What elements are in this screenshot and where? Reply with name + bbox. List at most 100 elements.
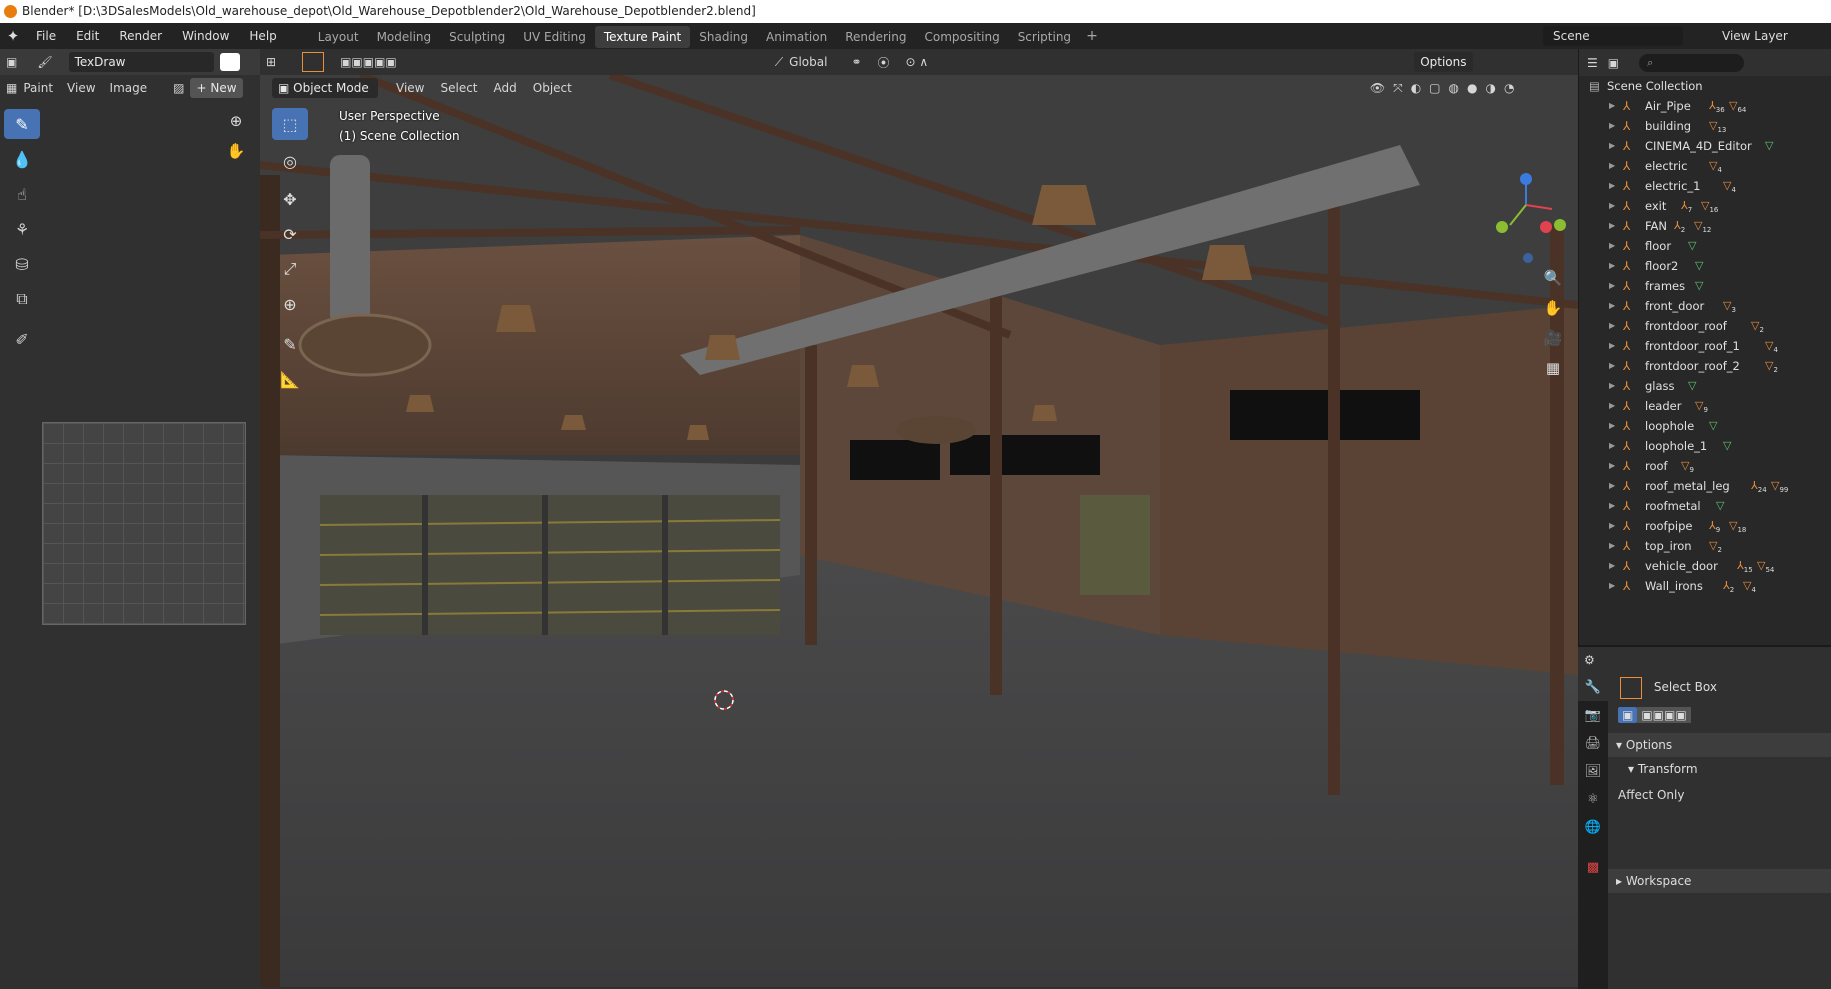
- outliner-item[interactable]: ▶ ⅄ FAN ⅄2 ▽12: [1579, 216, 1831, 236]
- outliner-item[interactable]: ▶ ⅄ roofmetal ▽: [1579, 496, 1831, 516]
- expand-arrow-icon[interactable]: ▶: [1609, 196, 1615, 216]
- tab-texture-paint[interactable]: Texture Paint: [594, 26, 691, 48]
- menu-image-view[interactable]: View: [67, 81, 95, 95]
- expand-arrow-icon[interactable]: ▶: [1609, 316, 1615, 336]
- snap-icon[interactable]: ⦿: [878, 54, 890, 71]
- outliner-item[interactable]: ▶ ⅄ loophole_1 ▽: [1579, 436, 1831, 456]
- options-dropdown[interactable]: Options: [1414, 52, 1473, 72]
- outliner-item[interactable]: ▶ ⅄ glass ▽: [1579, 376, 1831, 396]
- draw-brush-tool[interactable]: ✎: [4, 109, 40, 139]
- ortho-grid-icon[interactable]: ▦: [1540, 355, 1566, 381]
- add-workspace-button[interactable]: +: [1080, 28, 1104, 44]
- outliner-item[interactable]: ▶ ⅄ top_iron ▽2: [1579, 536, 1831, 556]
- expand-arrow-icon[interactable]: ▶: [1609, 276, 1615, 296]
- clone-tool-icon[interactable]: ⚘: [4, 214, 40, 244]
- view-layer-tab-icon[interactable]: 🖼: [1578, 757, 1608, 785]
- menu-render[interactable]: Render: [109, 23, 172, 49]
- outliner-item[interactable]: ▶ ⅄ electric ▽4: [1579, 156, 1831, 176]
- soften-tool-icon[interactable]: 💧: [4, 144, 40, 174]
- proportional-edit-icon[interactable]: ⊙ ∧: [906, 55, 929, 69]
- gizmo-toggle-icon[interactable]: ⤧: [1393, 81, 1403, 96]
- overlay-toggle-icon[interactable]: ◐: [1411, 81, 1421, 95]
- expand-arrow-icon[interactable]: ▶: [1609, 256, 1615, 276]
- pan-hand-icon[interactable]: ✋: [223, 138, 249, 164]
- menu-image[interactable]: Image: [110, 81, 148, 95]
- shading-wireframe-icon[interactable]: ◍: [1449, 81, 1459, 95]
- annotate-tool-icon[interactable]: ✐: [4, 324, 40, 354]
- tab-uv-editing[interactable]: UV Editing: [514, 26, 595, 48]
- scale-tool-icon[interactable]: ⤢: [272, 253, 308, 285]
- tab-compositing[interactable]: Compositing: [915, 26, 1008, 48]
- move-tool-icon[interactable]: ✥: [272, 183, 308, 215]
- tab-sculpting[interactable]: Sculpting: [440, 26, 514, 48]
- new-image-button[interactable]: + New: [190, 78, 243, 98]
- tool-tab-icon[interactable]: 🔧: [1578, 673, 1608, 701]
- select-box-icon[interactable]: [302, 52, 325, 72]
- expand-arrow-icon[interactable]: ▶: [1609, 556, 1615, 576]
- menu-add[interactable]: Add: [494, 81, 517, 95]
- outliner-item[interactable]: ▶ ⅄ CINEMA_4D_Editor ▽: [1579, 136, 1831, 156]
- 3d-viewport[interactable]: ⬚ ◎ ✥ ⟳ ⤢ ⊕ ✎ 📐 User Perspective (1) Sce…: [260, 75, 1578, 987]
- expand-arrow-icon[interactable]: ▶: [1609, 376, 1615, 396]
- expand-arrow-icon[interactable]: ▶: [1609, 176, 1615, 196]
- expand-arrow-icon[interactable]: ▶: [1609, 436, 1615, 456]
- scene-tab-icon[interactable]: ⚛: [1578, 785, 1608, 813]
- brush-color-swatch[interactable]: [219, 53, 240, 71]
- brush-icon[interactable]: 🖌: [37, 55, 52, 69]
- pan-hand-icon[interactable]: ✋: [1540, 295, 1566, 321]
- xray-icon[interactable]: ▢: [1429, 81, 1440, 95]
- outliner-item[interactable]: ▶ ⅄ roof ▽9: [1579, 456, 1831, 476]
- annotate-tool-icon[interactable]: ✎: [272, 328, 308, 360]
- expand-arrow-icon[interactable]: ▶: [1609, 516, 1615, 536]
- tab-modeling[interactable]: Modeling: [368, 26, 441, 48]
- outliner-item[interactable]: ▶ ⅄ Wall_irons ⅄2 ▽4: [1579, 576, 1831, 596]
- outliner-item[interactable]: ▶ ⅄ vehicle_door ⅄15 ▽54: [1579, 556, 1831, 576]
- expand-arrow-icon[interactable]: ▶: [1609, 536, 1615, 556]
- expand-arrow-icon[interactable]: ▶: [1609, 156, 1615, 176]
- tab-animation[interactable]: Animation: [757, 26, 836, 48]
- menu-object[interactable]: Object: [533, 81, 572, 95]
- camera-view-icon[interactable]: 🎥: [1540, 325, 1566, 351]
- editor-type-icon[interactable]: ▣: [6, 55, 17, 69]
- expand-arrow-icon[interactable]: ▶: [1609, 396, 1615, 416]
- texture-tab-icon[interactable]: ▩: [1578, 853, 1608, 881]
- expand-arrow-icon[interactable]: ▶: [1609, 576, 1615, 596]
- tab-shading[interactable]: Shading: [690, 26, 757, 48]
- workspace-section[interactable]: ▸ Workspace: [1608, 869, 1831, 893]
- expand-arrow-icon[interactable]: ▶: [1609, 136, 1615, 156]
- transform-tool-icon[interactable]: ⊕: [272, 288, 308, 320]
- expand-arrow-icon[interactable]: ▶: [1609, 496, 1615, 516]
- expand-arrow-icon[interactable]: ▶: [1609, 456, 1615, 476]
- pivot-icon[interactable]: ⚭: [851, 55, 861, 69]
- expand-arrow-icon[interactable]: ▶: [1609, 296, 1615, 316]
- measure-tool-icon[interactable]: 📐: [272, 363, 308, 395]
- scene-collection-row[interactable]: ▤ Scene Collection: [1579, 76, 1831, 96]
- zoom-icon[interactable]: ⊕: [223, 108, 249, 134]
- display-mode-icon[interactable]: ▣: [1608, 56, 1619, 70]
- fill-tool-icon[interactable]: ⛁: [4, 249, 40, 279]
- expand-arrow-icon[interactable]: ▶: [1609, 116, 1615, 136]
- menu-select[interactable]: Select: [440, 81, 477, 95]
- outliner-item[interactable]: ▶ ⅄ roof_metal_leg ⅄24 ▽99: [1579, 476, 1831, 496]
- object-mode-select[interactable]: ▣ Object Mode ⌄: [272, 78, 378, 115]
- zoom-icon[interactable]: 🔍: [1540, 265, 1566, 291]
- output-tab-icon[interactable]: 🖨: [1578, 729, 1608, 757]
- shading-rendered-icon[interactable]: ◔: [1504, 81, 1514, 95]
- options-section[interactable]: ▾ Options: [1608, 733, 1831, 757]
- outliner-item[interactable]: ▶ ⅄ frames ▽: [1579, 276, 1831, 296]
- transform-orientation-select[interactable]: Global: [789, 55, 827, 69]
- selection-mode-buttons[interactable]: ▣ ▣▣▣▣: [1608, 703, 1831, 727]
- outliner-item[interactable]: ▶ ⅄ frontdoor_roof ▽2: [1579, 316, 1831, 336]
- expand-arrow-icon[interactable]: ▶: [1609, 336, 1615, 356]
- cursor-tool-icon[interactable]: ◎: [272, 145, 308, 177]
- select-box-tool[interactable]: ⬚: [272, 108, 308, 140]
- paint-mode-icon[interactable]: ▦: [6, 81, 17, 95]
- menu-window[interactable]: Window: [172, 23, 239, 49]
- selection-mode-icons[interactable]: ▣▣▣▣▣: [340, 55, 397, 69]
- tab-scripting[interactable]: Scripting: [1009, 26, 1080, 48]
- outliner-item[interactable]: ▶ ⅄ frontdoor_roof_1 ▽4: [1579, 336, 1831, 356]
- outliner-item[interactable]: ▶ ⅄ building ▽13: [1579, 116, 1831, 136]
- brush-name-field[interactable]: TexDraw: [68, 52, 214, 72]
- properties-editor-type-icon[interactable]: ⚙: [1584, 653, 1595, 667]
- outliner-editor-type-icon[interactable]: ☰: [1587, 56, 1598, 70]
